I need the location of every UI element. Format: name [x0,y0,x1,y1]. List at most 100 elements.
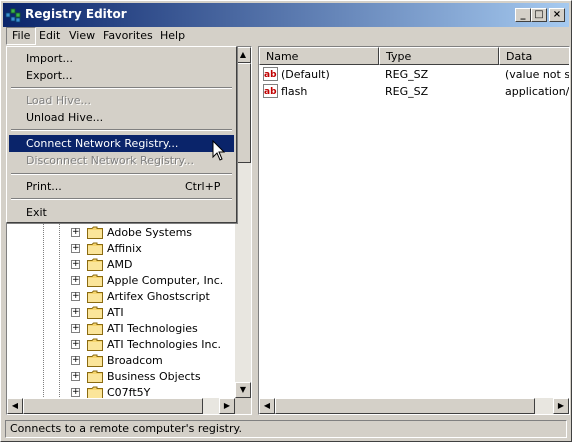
tree-item[interactable]: + AMD [7,257,235,273]
tree-item-label: Adobe Systems [107,226,193,239]
tree-item-label: ATI [107,306,124,319]
menu-item-label: Connect Network Registry... [26,137,179,150]
tree-item[interactable]: + Artifex Ghostscript [7,289,235,305]
values-list-pane[interactable]: Name Type Data ab (Default) REG_SZ (valu… [258,46,570,415]
value-type: REG_SZ [385,85,429,98]
value-data: (value not se [505,68,570,81]
folder-icon [87,290,103,303]
menu-item-label: Disconnect Network Registry... [26,154,194,167]
tree-item[interactable]: + Adobe Systems [7,225,235,241]
expand-toggle-icon[interactable]: + [71,388,80,397]
value-type: REG_SZ [385,68,429,81]
svg-text:ab: ab [264,70,277,80]
expand-toggle-icon[interactable]: + [71,292,80,301]
list-item[interactable]: ab flash REG_SZ application/x [259,84,569,100]
folder-icon [87,370,103,383]
menu-separator [11,129,232,131]
status-bar: Connects to a remote computer's registry… [3,419,569,439]
menu-item-label: Load Hive... [26,94,91,107]
expand-toggle-icon[interactable]: + [71,308,80,317]
menu-item-label: Unload Hive... [26,111,104,124]
scroll-right-button[interactable]: ▶ [219,398,235,414]
scroll-left-button[interactable]: ◀ [259,398,275,414]
menu-item-disconnect-network-registry: Disconnect Network Registry... [9,152,234,169]
scroll-corner [235,398,251,414]
mouse-pointer-icon [212,140,226,161]
scroll-up-button[interactable]: ▲ [235,47,251,63]
tree-item-label: Business Objects [107,370,201,383]
menu-item-label: Import... [26,52,73,65]
folder-icon [87,258,103,271]
expand-toggle-icon[interactable]: + [71,340,80,349]
string-value-icon: ab [263,67,278,81]
tree-item-label: AMD [107,258,133,271]
tree-item[interactable]: + Broadcom [7,353,235,369]
registry-editor-icon [5,8,21,23]
menu-item-label: Export... [26,69,73,82]
scroll-left-button[interactable]: ◀ [7,398,23,414]
column-header-data[interactable]: Data [499,47,569,65]
menu-item-exit[interactable]: Exit [9,204,234,221]
scroll-thumb[interactable] [275,398,535,414]
tree-item[interactable]: + ATI [7,305,235,321]
tree-vertical-scrollbar[interactable]: ▲ ▼ [235,47,251,398]
menu-favorites[interactable]: Favorites [98,28,158,44]
menu-item-connect-network-registry[interactable]: Connect Network Registry... [9,135,234,152]
tree-item[interactable]: + ATI Technologies [7,321,235,337]
expand-toggle-icon[interactable]: + [71,356,80,365]
scroll-down-button[interactable]: ▼ [235,382,251,398]
tree-item[interactable]: + Business Objects [7,369,235,385]
menu-item-shortcut: Ctrl+P [185,180,221,193]
expand-toggle-icon[interactable]: + [71,260,80,269]
menu-item-label: Print... [26,180,62,193]
value-name: (Default) [281,68,330,81]
title-bar[interactable]: Registry Editor _ □ × [3,3,569,27]
list-item[interactable]: ab (Default) REG_SZ (value not se [259,67,570,83]
window-title: Registry Editor [25,7,127,21]
expand-toggle-icon[interactable]: + [71,324,80,333]
registry-editor-window: Registry Editor _ □ × File Edit View Fav… [0,0,572,442]
menu-separator [11,87,232,89]
value-name: flash [281,85,308,98]
tree-item-label: Broadcom [107,354,163,367]
expand-toggle-icon[interactable]: + [71,228,80,237]
expand-toggle-icon[interactable]: + [71,276,80,285]
menu-separator [11,173,232,175]
list-horizontal-scrollbar[interactable]: ◀ ▶ [259,398,569,414]
menu-item-print[interactable]: Print... Ctrl+P [9,178,234,195]
expand-toggle-icon[interactable]: + [71,244,80,253]
expand-toggle-icon[interactable]: + [71,372,80,381]
maximize-button[interactable]: □ [531,8,547,22]
menu-item-load-hive: Load Hive... [9,92,234,109]
tree-item[interactable]: + ATI Technologies Inc. [7,337,235,353]
column-header-name[interactable]: Name [259,47,379,65]
menu-edit[interactable]: Edit [34,28,65,44]
tree-item-label: ATI Technologies Inc. [107,338,222,351]
folder-icon [87,354,103,367]
column-header-type[interactable]: Type [379,47,499,65]
folder-icon [87,274,103,287]
tree-item[interactable]: + Apple Computer, Inc. [7,273,235,289]
file-menu-dropdown: Import... Export... Load Hive... Unload … [6,46,237,223]
minimize-button[interactable]: _ [515,8,531,22]
tree-item-label: Artifex Ghostscript [107,290,210,303]
menu-file[interactable]: File [6,27,37,45]
close-button[interactable]: × [549,8,565,22]
scroll-thumb[interactable] [23,398,203,414]
folder-icon [87,242,103,255]
scroll-thumb[interactable] [235,63,251,163]
tree-item-label: Apple Computer, Inc. [107,274,224,287]
tree-horizontal-scrollbar[interactable]: ◀ ▶ [7,398,251,414]
string-value-icon: ab [263,84,278,98]
menu-item-export[interactable]: Export... [9,67,234,84]
folder-icon [87,306,103,319]
folder-icon [87,226,103,239]
tree-item[interactable]: + Affinix [7,241,235,257]
menu-item-import[interactable]: Import... [9,50,234,67]
menu-item-unload-hive[interactable]: Unload Hive... [9,109,234,126]
scroll-right-button[interactable]: ▶ [553,398,569,414]
folder-icon [87,338,103,351]
folder-icon [87,322,103,335]
menu-view[interactable]: View [64,28,100,44]
menu-help[interactable]: Help [155,28,190,44]
